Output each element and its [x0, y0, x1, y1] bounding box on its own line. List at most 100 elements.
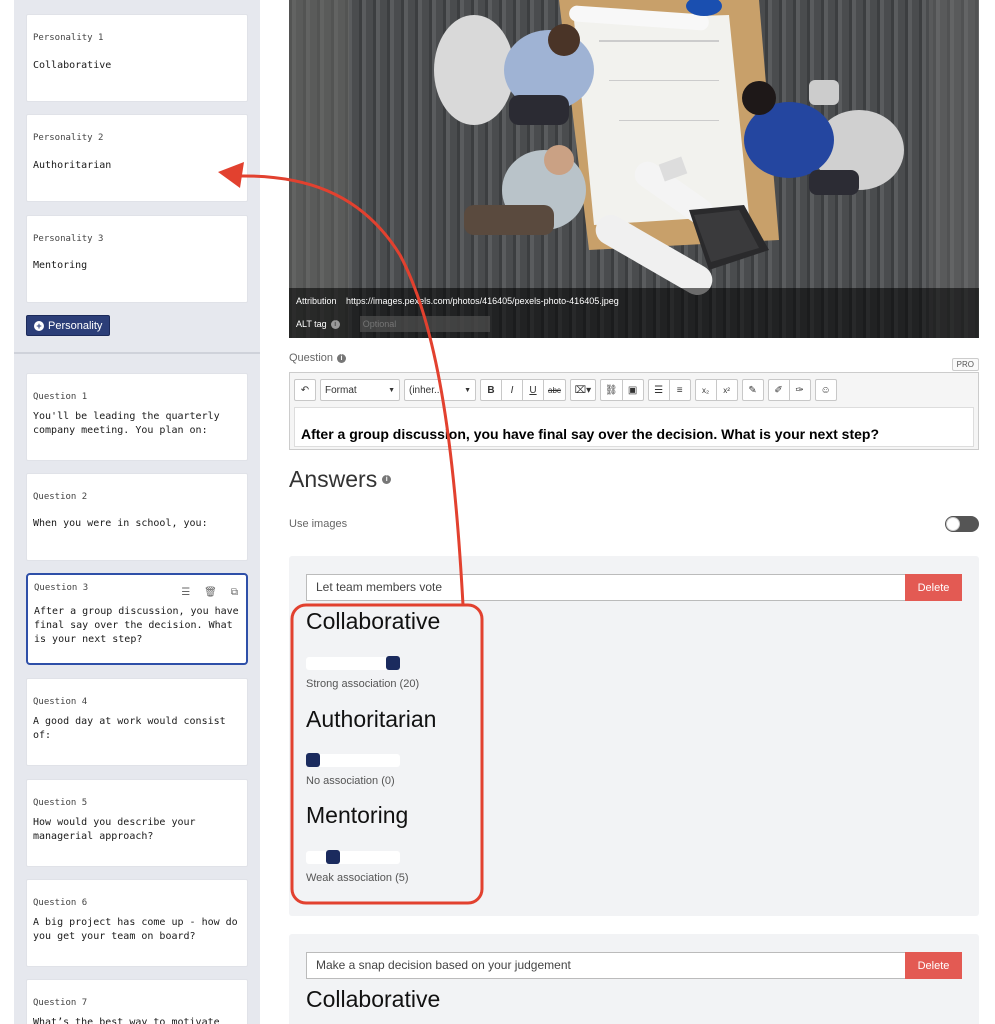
question-card-1[interactable]: Question 1 You'll be leading the quarter… — [26, 373, 248, 461]
question-image: Attribution https://images.pexels.com/ph… — [289, 0, 979, 338]
bullet-list-icon[interactable]: ☰ — [647, 379, 670, 401]
association-personality-name: Collaborative — [306, 608, 441, 634]
personality-label: Personality 3 — [33, 234, 104, 244]
text-style-group: B I U abc — [480, 379, 566, 401]
use-images-label: Use images — [289, 518, 348, 530]
question-label: Question 3 — [34, 583, 89, 593]
attribution-label: Attribution — [296, 296, 337, 306]
emoji-icon[interactable]: ☺ — [814, 379, 837, 401]
personality-name: Mentoring — [33, 260, 88, 271]
question-card-7[interactable]: Question 7 What’s the best way to motiva… — [26, 979, 248, 1024]
personality-card-3[interactable]: Personality 3 Mentoring — [26, 215, 248, 303]
personality-card-1[interactable]: Personality 1 Collaborative — [26, 14, 248, 102]
list-group: ☰ ≡ — [647, 379, 691, 401]
trash-icon[interactable]: 🗑 — [204, 587, 217, 598]
clear-format-icon[interactable]: ⌧▾ — [569, 379, 596, 401]
answers-heading: Answers i — [289, 466, 392, 493]
answer-text-input[interactable]: Let team members vote — [306, 574, 906, 601]
question-text: You'll be leading the quarterly company … — [33, 411, 220, 436]
image-icon[interactable]: ▣ — [621, 379, 644, 401]
link-icon[interactable]: ⛓ — [599, 379, 623, 401]
caret-down-icon: ▼ — [464, 386, 471, 394]
alt-tag-input[interactable] — [359, 316, 490, 332]
font-select[interactable]: (inher... ▼ — [404, 379, 476, 401]
question-content[interactable]: After a group discussion, you have final… — [294, 407, 974, 447]
attribution: Attribution https://images.pexels.com/ph… — [296, 296, 619, 306]
format-select-label: Format — [325, 384, 357, 396]
copy-icon[interactable]: ⧉ — [231, 587, 238, 598]
question-label: Question 4 — [33, 697, 88, 707]
question-text: How would you describe your managerial a… — [33, 817, 196, 842]
association-personality-name: Mentoring — [306, 802, 409, 828]
text-color-icon[interactable]: ✐ — [767, 379, 790, 401]
attribution-url[interactable]: https://images.pexels.com/photos/416405/… — [346, 296, 619, 306]
undo-icon[interactable]: ↶ — [294, 379, 316, 401]
info-icon[interactable]: i — [330, 319, 340, 329]
association-personality-name: Authoritarian — [306, 706, 437, 732]
font-select-label: (inher... — [409, 384, 443, 396]
question-text: A good day at work would consist of: — [33, 716, 226, 741]
underline-button[interactable]: U — [522, 379, 544, 401]
delete-answer-button[interactable]: Delete — [905, 952, 962, 979]
italic-button[interactable]: I — [501, 379, 523, 401]
alt-tag-label: ALT tag — [296, 319, 327, 329]
slider-thumb[interactable] — [306, 753, 320, 767]
slider-thumb[interactable] — [326, 850, 340, 864]
question-card-4[interactable]: Question 4 A good day at work would cons… — [26, 678, 248, 766]
question-card-6[interactable]: Question 6 A big project has come up - h… — [26, 879, 248, 967]
info-icon[interactable]: i — [382, 475, 392, 484]
question-card-5[interactable]: Question 5 How would you describe your m… — [26, 779, 248, 867]
association-slider[interactable] — [306, 850, 400, 864]
personality-card-2[interactable]: Personality 2 Authoritarian — [26, 114, 248, 202]
background-color-icon[interactable]: ✑ — [788, 379, 811, 401]
answer-block-1: Let team members vote Delete Collaborati… — [289, 556, 979, 916]
question-card-3[interactable]: Question 3 ☰ 🗑 ⧉ After a group discussio… — [26, 573, 248, 665]
delete-answer-button[interactable]: Delete — [905, 574, 962, 601]
alt-tag-row: ALT tag i — [296, 316, 490, 332]
add-personality-button[interactable]: + Personality — [26, 315, 111, 336]
subscript-button[interactable]: x₂ — [694, 379, 717, 401]
answer-text-input[interactable]: Make a snap decision based on your judge… — [306, 952, 906, 979]
numbered-list-icon[interactable]: ≡ — [668, 379, 691, 401]
question-label: Question 1 — [33, 392, 88, 402]
caret-down-icon: ▼ — [388, 386, 395, 394]
strikethrough-button[interactable]: abc — [543, 379, 566, 401]
editor-toolbar: ↶ Format ▼ (inher... ▼ B I U abc ⌧▾ ⛓ ▣ ☰ … — [294, 379, 837, 401]
association-slider[interactable] — [306, 753, 400, 767]
eraser-icon[interactable]: ✎ — [741, 379, 764, 401]
question-label-text: Question — [289, 352, 334, 364]
plus-icon: + — [34, 320, 44, 331]
personality-name: Authoritarian — [33, 160, 112, 171]
question-field-label: Question i — [289, 352, 347, 364]
personality-label: Personality 1 — [33, 33, 104, 43]
question-text: After a group discussion, you have final… — [34, 606, 239, 645]
question-label: Question 2 — [33, 492, 88, 502]
insert-group: ⛓ ▣ — [599, 379, 644, 401]
main-panel: Attribution https://images.pexels.com/ph… — [289, 0, 979, 1024]
answer-block-2: Make a snap decision based on your judge… — [289, 934, 979, 1024]
reorder-icon[interactable]: ☰ — [181, 587, 190, 598]
bold-button[interactable]: B — [480, 379, 502, 401]
toggle-knob — [946, 517, 960, 531]
association-label: Strong association (20) — [306, 678, 420, 690]
use-images-toggle[interactable] — [945, 516, 979, 532]
question-card-2[interactable]: Question 2 When you were in school, you: — [26, 473, 248, 561]
slider-thumb[interactable] — [386, 656, 400, 670]
question-label: Question 5 — [33, 798, 88, 808]
personality-name: Collaborative — [33, 60, 112, 71]
info-icon[interactable]: i — [337, 353, 347, 363]
format-select[interactable]: Format ▼ — [320, 379, 400, 401]
superscript-button[interactable]: x² — [715, 379, 738, 401]
personality-label: Personality 2 — [33, 133, 104, 143]
answers-title: Answers — [289, 466, 378, 492]
card-tools: ☰ 🗑 ⧉ — [181, 587, 238, 598]
association-label: Weak association (5) — [306, 872, 409, 884]
association-label: No association (0) — [306, 775, 395, 787]
association-slider[interactable] — [306, 656, 400, 670]
question-text: When you were in school, you: — [33, 518, 208, 529]
add-personality-label: Personality — [48, 319, 103, 332]
rich-text-editor: ↶ Format ▼ (inher... ▼ B I U abc ⌧▾ ⛓ ▣ ☰ … — [289, 372, 979, 450]
pro-badge: PRO — [951, 358, 979, 371]
question-label: Question 7 — [33, 998, 88, 1008]
sidebar-divider — [14, 352, 260, 354]
